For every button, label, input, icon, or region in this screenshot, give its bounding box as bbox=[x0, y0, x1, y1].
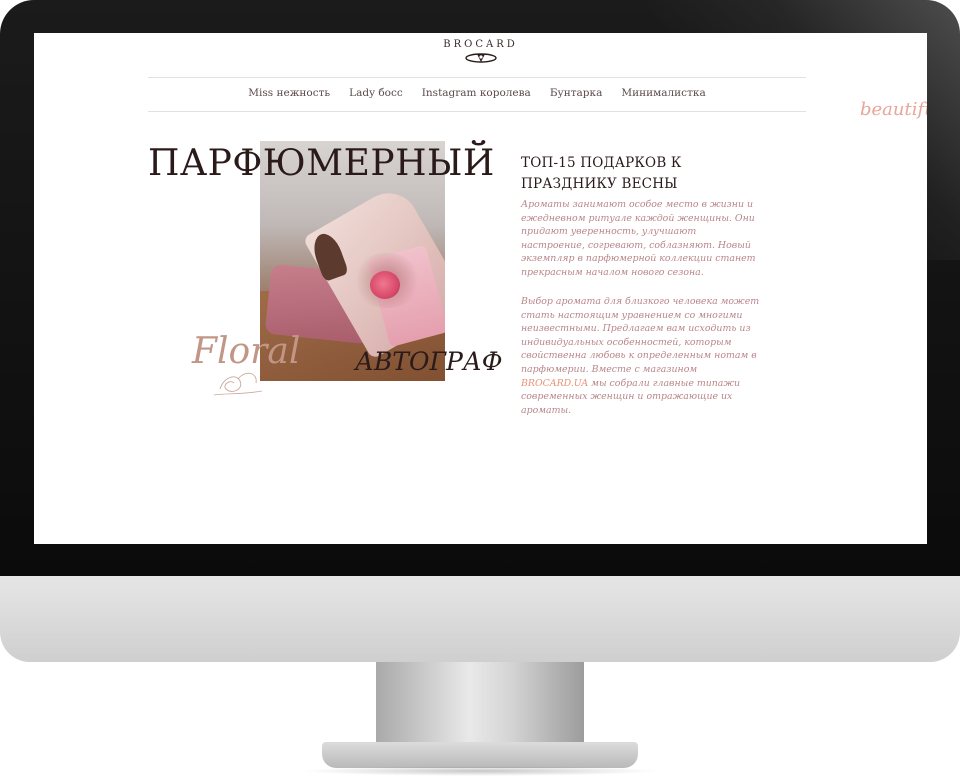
article-title: ТОП-15 ПОДАРКОВ К ПРАЗДНИКУ ВЕСНЫ bbox=[521, 155, 682, 192]
stand-shadow bbox=[300, 766, 660, 776]
monitor-stand-foot bbox=[322, 742, 638, 768]
brocard-crest-icon bbox=[464, 53, 497, 63]
main-nav: Miss нежность Lady босс Instagram короле… bbox=[148, 87, 806, 107]
nav-item-lady[interactable]: Lady босс bbox=[349, 87, 403, 107]
article-paragraph-1: Ароматы занимают особое место в жизни и … bbox=[521, 199, 756, 278]
brand-name: BROCARD bbox=[443, 39, 518, 50]
nav-item-buntarka[interactable]: Бунтарка bbox=[550, 87, 603, 107]
nav-item-minimalistka[interactable]: Минималистка bbox=[621, 87, 705, 107]
brocard-link[interactable]: BROCARD.UA bbox=[521, 378, 588, 389]
paragraph-2-text-a: Выбор аромата для близкого человека може… bbox=[521, 296, 760, 375]
photo-rose bbox=[370, 271, 400, 299]
nav-divider-top bbox=[148, 77, 806, 78]
nav-item-miss[interactable]: Miss нежность bbox=[248, 87, 330, 107]
brand-logo[interactable]: BROCARD bbox=[34, 39, 927, 64]
hero-headline-bottom: АВТОГРАФ bbox=[355, 347, 503, 376]
floral-sketch-icon bbox=[213, 372, 263, 396]
hero-headline-top: ПАРФЮМЕРНЫЙ bbox=[148, 143, 495, 184]
screen: BROCARD Miss нежность Lady босс Instagra… bbox=[34, 33, 927, 544]
monitor-chin bbox=[0, 576, 960, 662]
article-paragraph-2: Выбор аромата для близкого человека може… bbox=[521, 295, 761, 417]
decorative-script-text: beautifu bbox=[860, 99, 927, 120]
monitor-stand-neck bbox=[376, 662, 584, 754]
nav-divider-bottom bbox=[148, 111, 806, 112]
nav-item-instagram[interactable]: Instagram королева bbox=[422, 87, 531, 107]
